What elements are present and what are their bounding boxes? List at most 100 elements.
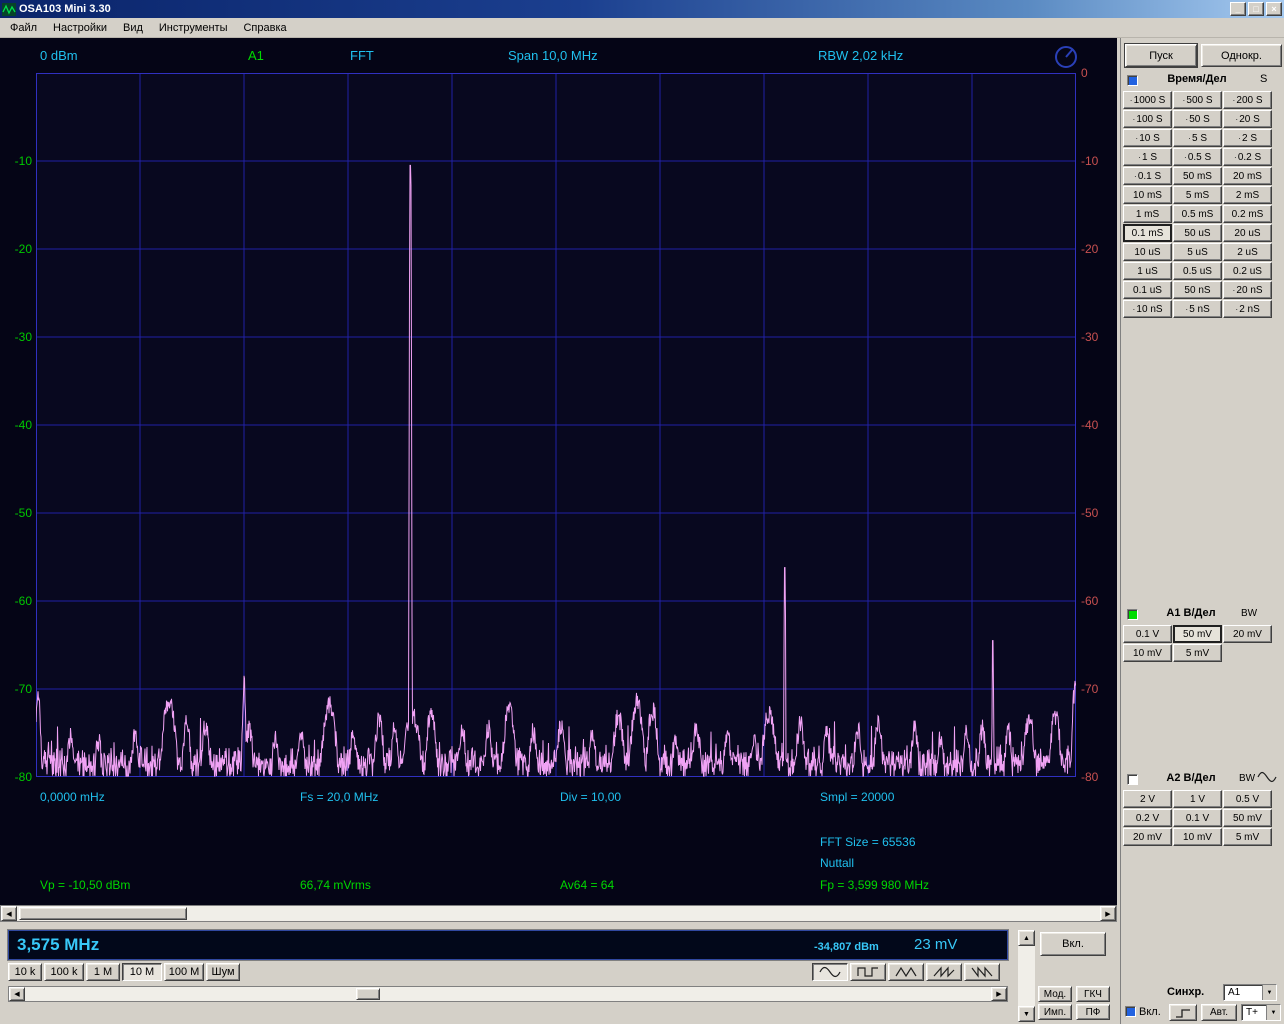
range-button[interactable]: 1 M: [86, 963, 120, 981]
timebase-button[interactable]: · 10 nS: [1123, 300, 1172, 318]
trigger-slope-button[interactable]: [1169, 1004, 1197, 1021]
waveform-ramp-up-button[interactable]: [926, 963, 962, 981]
timebase-button[interactable]: · 1000 S: [1123, 91, 1172, 109]
timebase-button[interactable]: · 500 S: [1173, 91, 1222, 109]
scroll-up-icon[interactable]: ▲: [1018, 930, 1035, 946]
trigger-mode-select[interactable]: Т+ ▼: [1241, 1004, 1281, 1021]
a2-vdiv-button[interactable]: 1 V: [1173, 790, 1222, 808]
timebase-button[interactable]: 20 uS: [1223, 224, 1272, 242]
timebase-button[interactable]: · 2 S: [1223, 129, 1272, 147]
timebase-button[interactable]: 0.1 uS: [1123, 281, 1172, 299]
timebase-button[interactable]: 0.2 mS: [1223, 205, 1272, 223]
timebase-button[interactable]: 10 mS: [1123, 186, 1172, 204]
scroll-down-icon[interactable]: ▼: [1018, 1006, 1035, 1022]
timebase-button[interactable]: 0.5 mS: [1173, 205, 1222, 223]
timebase-button[interactable]: 50 mS: [1173, 167, 1222, 185]
a2-vdiv-button[interactable]: 10 mV: [1173, 828, 1222, 846]
timebase-button[interactable]: · 2 nS: [1223, 300, 1272, 318]
timebase-button[interactable]: · 50 S: [1173, 110, 1222, 128]
menu-item-5[interactable]: Справка: [235, 20, 294, 36]
timebase-button[interactable]: · 1 S: [1123, 148, 1172, 166]
waveform-ramp-down-button[interactable]: [964, 963, 1000, 981]
range-button[interactable]: Шум: [206, 963, 240, 981]
timebase-button[interactable]: · 100 S: [1123, 110, 1172, 128]
menu-item-1[interactable]: Файл: [2, 20, 45, 36]
timebase-enable-checkbox[interactable]: [1127, 75, 1138, 86]
waveform-sine-button[interactable]: [812, 963, 848, 981]
menu-item-2[interactable]: Настройки: [45, 20, 115, 36]
timebase-button[interactable]: · 5 S: [1173, 129, 1222, 147]
sync-source-select[interactable]: A1 ▼: [1223, 984, 1277, 1001]
waveform-square-button[interactable]: [850, 963, 886, 981]
a2-vdiv-button[interactable]: 5 mV: [1223, 828, 1272, 846]
timebase-button[interactable]: · 20 S: [1223, 110, 1272, 128]
timebase-button[interactable]: · 200 S: [1223, 91, 1272, 109]
scroll-right-icon[interactable]: ▶: [1100, 906, 1116, 921]
range-button[interactable]: 10 M: [122, 963, 162, 981]
timebase-button[interactable]: 0.1 mS: [1123, 224, 1172, 242]
a1-vdiv-button[interactable]: 10 mV: [1123, 644, 1172, 662]
range-button[interactable]: 10 k: [8, 963, 42, 981]
menu-item-4[interactable]: Инструменты: [151, 20, 236, 36]
timebase-button[interactable]: 1 uS: [1123, 262, 1172, 280]
a1-vdiv-button[interactable]: 0.1 V: [1123, 625, 1172, 643]
timebase-button[interactable]: · 0.5 S: [1173, 148, 1222, 166]
timebase-button[interactable]: 0.2 uS: [1223, 262, 1272, 280]
a1-vdiv-button[interactable]: 50 mV: [1173, 625, 1222, 643]
timebase-button[interactable]: 5 uS: [1173, 243, 1222, 261]
generator-scrollbar[interactable]: ◀ ▶: [8, 986, 1008, 1002]
single-button[interactable]: Однокр.: [1201, 44, 1282, 67]
minimize-button[interactable]: _: [1230, 2, 1246, 16]
spectrum-panel: 0 dBm A1 FFT Span 10,0 MHz RBW 2,02 kHz …: [0, 38, 1117, 905]
a2-vdiv-button[interactable]: 20 mV: [1123, 828, 1172, 846]
plot-h-scrollbar[interactable]: ◀ ▶: [0, 905, 1117, 922]
waveform-triangle-button[interactable]: [888, 963, 924, 981]
chevron-down-icon[interactable]: ▼: [1262, 985, 1276, 1000]
generator-level-dbm: -34,807 dBm: [814, 941, 879, 953]
timebase-button[interactable]: 20 mS: [1223, 167, 1272, 185]
right-v-scrollbar[interactable]: ▲ ▼: [1018, 930, 1035, 1022]
range-button[interactable]: 100 M: [164, 963, 204, 981]
range-button[interactable]: 100 k: [44, 963, 84, 981]
timebase-button[interactable]: · 0.1 S: [1123, 167, 1172, 185]
maximize-button[interactable]: □: [1248, 2, 1264, 16]
timebase-button[interactable]: · 0.2 S: [1223, 148, 1272, 166]
timebase-button[interactable]: 10 uS: [1123, 243, 1172, 261]
gkch-button[interactable]: ГКЧ: [1076, 986, 1110, 1002]
a1-vdiv-button[interactable]: 20 mV: [1223, 625, 1272, 643]
scroll-right-icon[interactable]: ▶: [991, 987, 1007, 1001]
chevron-down-icon[interactable]: ▼: [1266, 1005, 1280, 1020]
spectrum-plot[interactable]: [36, 73, 1076, 777]
close-button[interactable]: ×: [1266, 2, 1282, 16]
scrollbar-thumb[interactable]: [356, 988, 380, 1000]
a2-vdiv-button[interactable]: 0.5 V: [1223, 790, 1272, 808]
generator-enable-button[interactable]: Вкл.: [1040, 932, 1106, 956]
timebase-button[interactable]: 2 mS: [1223, 186, 1272, 204]
sync-enable-checkbox[interactable]: [1125, 1006, 1136, 1017]
mod-button[interactable]: Мод.: [1038, 986, 1072, 1002]
scrollbar-thumb[interactable]: [19, 907, 187, 920]
auto-trigger-button[interactable]: Авт.: [1201, 1004, 1237, 1021]
timebase-button[interactable]: 50 nS: [1173, 281, 1222, 299]
menu-item-3[interactable]: Вид: [115, 20, 151, 36]
timebase-button[interactable]: · 10 S: [1123, 129, 1172, 147]
imp-button[interactable]: Имп.: [1038, 1004, 1072, 1020]
a2-vdiv-button[interactable]: 2 V: [1123, 790, 1172, 808]
timebase-button[interactable]: · 5 nS: [1173, 300, 1222, 318]
timebase-button[interactable]: 0.5 uS: [1173, 262, 1222, 280]
a2-enable-checkbox[interactable]: [1127, 774, 1138, 785]
timebase-button[interactable]: 50 uS: [1173, 224, 1222, 242]
a2-vdiv-button[interactable]: 50 mV: [1223, 809, 1272, 827]
scroll-left-icon[interactable]: ◀: [1, 906, 17, 921]
timebase-button[interactable]: 2 uS: [1223, 243, 1272, 261]
a2-vdiv-button[interactable]: 0.1 V: [1173, 809, 1222, 827]
scroll-left-icon[interactable]: ◀: [9, 987, 25, 1001]
a2-vdiv-button[interactable]: 0.2 V: [1123, 809, 1172, 827]
pf-button[interactable]: ПФ: [1076, 1004, 1110, 1020]
timebase-button[interactable]: 1 mS: [1123, 205, 1172, 223]
run-button[interactable]: Пуск: [1124, 43, 1198, 68]
a1-enable-checkbox[interactable]: [1127, 609, 1138, 620]
timebase-button[interactable]: · 20 nS: [1223, 281, 1272, 299]
timebase-button[interactable]: 5 mS: [1173, 186, 1222, 204]
a1-vdiv-button[interactable]: 5 mV: [1173, 644, 1222, 662]
